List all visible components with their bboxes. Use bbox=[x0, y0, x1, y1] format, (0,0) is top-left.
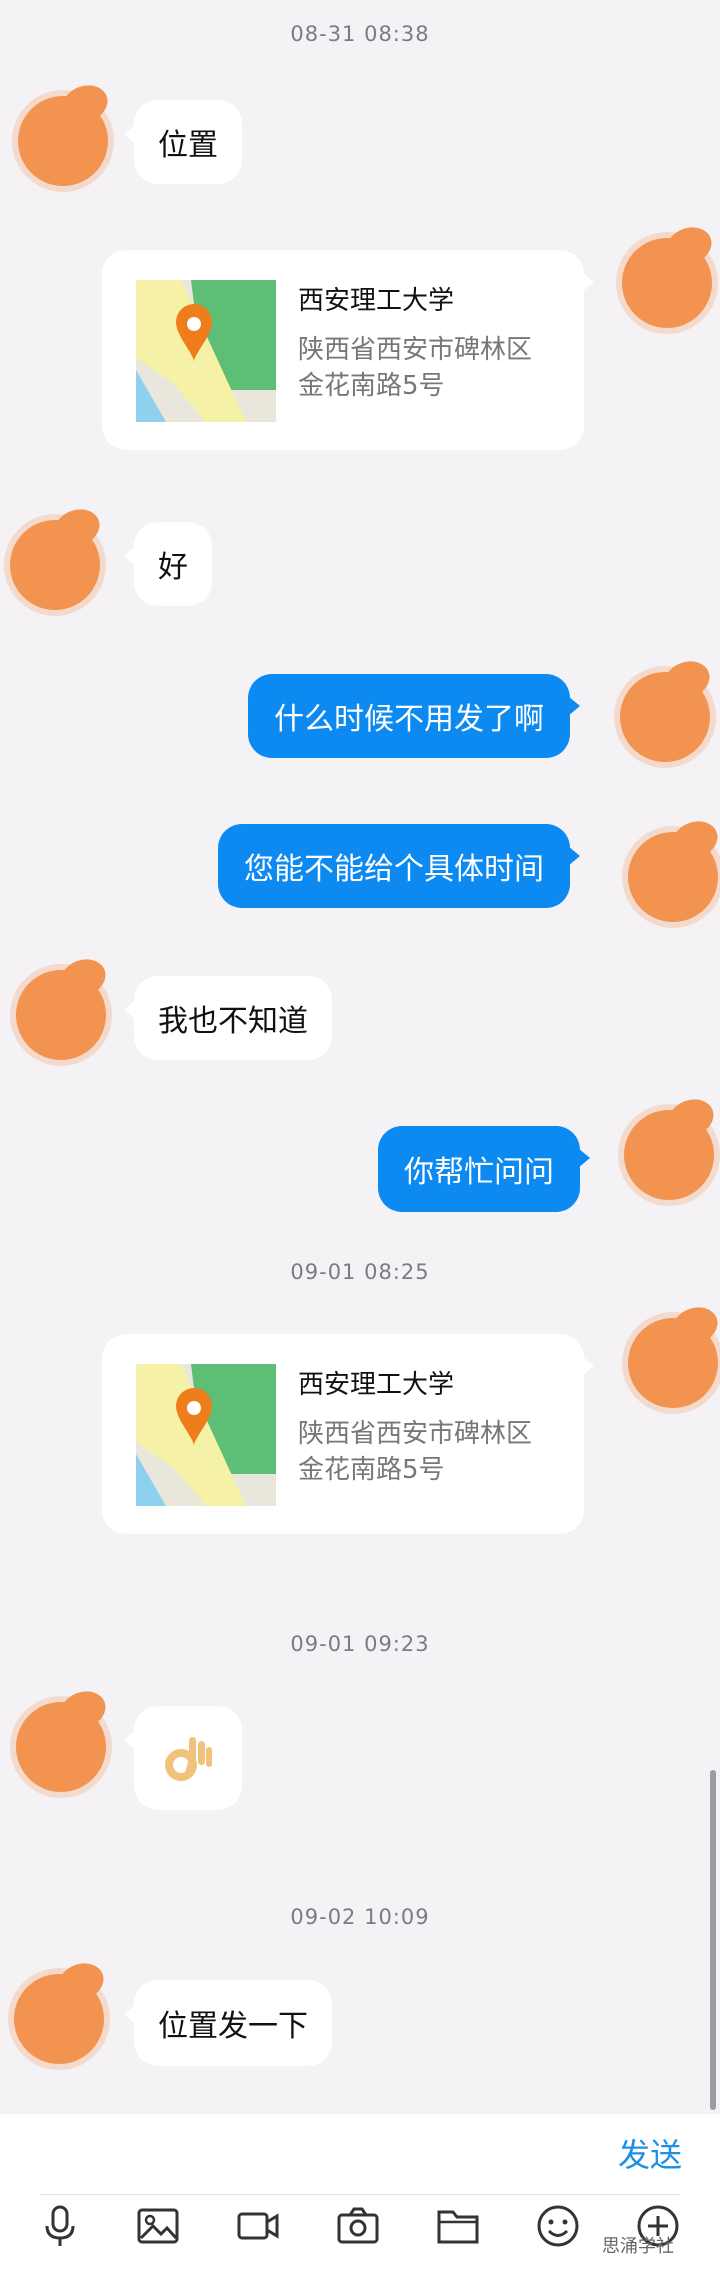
contact-avatar[interactable] bbox=[18, 96, 108, 186]
video-icon[interactable] bbox=[236, 2204, 280, 2248]
input-bar: 发送 思涌学社 bbox=[0, 2114, 720, 2274]
timestamp: 08-31 08:38 bbox=[290, 22, 430, 46]
message-bubble-outgoing[interactable]: 您能不能给个具体时间 bbox=[218, 824, 580, 908]
timestamp: 09-01 09:23 bbox=[290, 1632, 430, 1656]
contact-avatar[interactable] bbox=[10, 520, 100, 610]
message-bubble-incoming[interactable]: 好 bbox=[124, 522, 212, 606]
message-text: 位置发一下 bbox=[158, 2009, 308, 2044]
map-thumbnail bbox=[136, 1364, 276, 1506]
emoji-icon[interactable] bbox=[536, 2204, 580, 2248]
contact-avatar[interactable] bbox=[16, 970, 106, 1060]
map-thumbnail bbox=[136, 280, 276, 422]
location-card[interactable]: 西安理工大学 陕西省西安市碑林区 金花南路5号 bbox=[102, 250, 594, 450]
user-avatar[interactable] bbox=[622, 238, 712, 328]
watermark: 思涌学社 bbox=[602, 2236, 674, 2257]
user-avatar[interactable] bbox=[628, 832, 718, 922]
contact-avatar[interactable] bbox=[16, 1702, 106, 1792]
location-name: 西安理工大学 bbox=[298, 286, 455, 316]
image-icon[interactable] bbox=[136, 2204, 180, 2248]
message-bubble-incoming[interactable]: 位置 bbox=[124, 100, 242, 184]
user-avatar[interactable] bbox=[620, 672, 710, 762]
timestamp: 09-01 08:25 bbox=[290, 1260, 430, 1284]
message-text: 位置 bbox=[158, 128, 218, 163]
message-text: 我也不知道 bbox=[158, 1004, 308, 1039]
location-address: 陕西省西安市碑林区 金花南路5号 bbox=[298, 1419, 533, 1485]
contact-avatar[interactable] bbox=[14, 1974, 104, 2064]
camera-icon[interactable] bbox=[336, 2204, 380, 2248]
scrollbar[interactable] bbox=[710, 1770, 716, 2110]
message-text: 您能不能给个具体时间 bbox=[244, 852, 544, 887]
location-name: 西安理工大学 bbox=[298, 1370, 455, 1400]
divider bbox=[40, 2194, 680, 2195]
timestamp: 09-02 10:09 bbox=[290, 1905, 430, 1929]
microphone-icon[interactable] bbox=[38, 2204, 82, 2248]
location-card[interactable]: 西安理工大学 陕西省西安市碑林区 金花南路5号 bbox=[102, 1334, 594, 1534]
message-text: 什么时候不用发了啊 bbox=[274, 702, 544, 737]
folder-icon[interactable] bbox=[436, 2204, 480, 2248]
ok-hand-emoji-icon bbox=[165, 1737, 212, 1781]
user-avatar[interactable] bbox=[628, 1318, 718, 1408]
send-button[interactable]: 发送 bbox=[618, 2130, 682, 2176]
user-avatar[interactable] bbox=[624, 1110, 714, 1200]
message-bubble-incoming[interactable] bbox=[124, 1706, 242, 1810]
message-bubble-incoming[interactable]: 我也不知道 bbox=[124, 976, 332, 1060]
message-bubble-outgoing[interactable]: 你帮忙问问 bbox=[378, 1126, 590, 1212]
message-text: 你帮忙问问 bbox=[404, 1155, 554, 1190]
message-bubble-incoming[interactable]: 位置发一下 bbox=[124, 1980, 332, 2066]
message-text: 好 bbox=[158, 550, 188, 585]
message-bubble-outgoing[interactable]: 什么时候不用发了啊 bbox=[248, 674, 580, 758]
location-address: 陕西省西安市碑林区 金花南路5号 bbox=[298, 335, 533, 401]
